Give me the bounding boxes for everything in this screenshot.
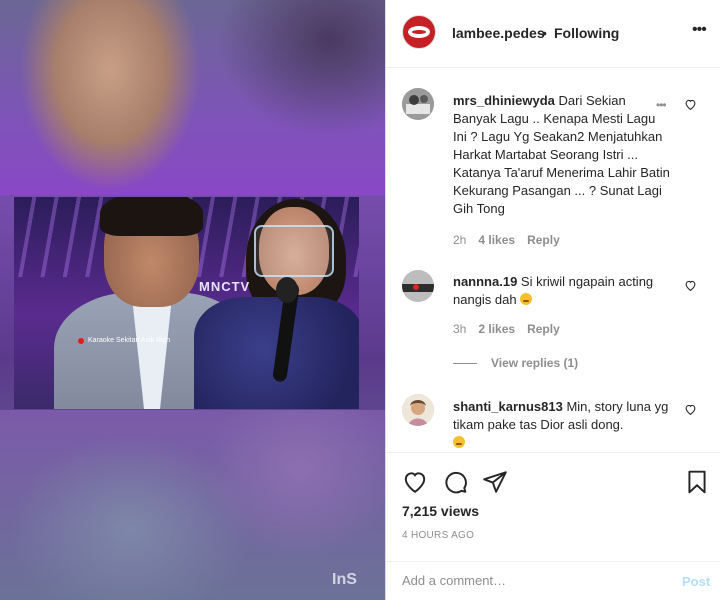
blurred-background-bottom xyxy=(0,410,385,600)
like-comment-heart-icon[interactable] xyxy=(684,98,697,111)
post-media[interactable]: MNCTV Karaoke Sekitan Asik Rich InS xyxy=(0,0,385,600)
save-bookmark-icon[interactable] xyxy=(684,469,710,495)
like-comment-heart-icon[interactable] xyxy=(684,403,697,416)
lips-logo-inner xyxy=(412,30,426,34)
avatar[interactable] xyxy=(402,88,434,120)
add-comment-input[interactable] xyxy=(402,573,662,588)
share-paper-plane-icon[interactable] xyxy=(482,469,508,495)
comment-username[interactable]: shanti_karnus813 xyxy=(453,399,563,414)
comment-body: nannna.19 Si kriwil ngapain acting nangi… xyxy=(453,273,671,309)
post-side-panel: lambee.pedes • Following ••• mrs_dhiniew… xyxy=(385,0,720,600)
more-options-icon[interactable]: ••• xyxy=(692,21,707,39)
comment-body: shanti_karnus813 Min, story luna yg tika… xyxy=(453,398,671,452)
post-header: lambee.pedes • Following ••• xyxy=(386,0,720,68)
following-button[interactable]: Following xyxy=(554,25,619,41)
post-actions-bar: 7,215 views 4 HOURS AGO Post xyxy=(386,452,720,600)
comment-meta: 2h 4 likes Reply xyxy=(453,233,560,247)
reply-button[interactable]: Reply xyxy=(527,233,560,247)
comment-bubble-icon[interactable] xyxy=(442,469,468,495)
comment-likes[interactable]: 2 likes xyxy=(478,322,515,336)
view-count[interactable]: 7,215 views xyxy=(402,503,479,519)
man-hair xyxy=(100,197,203,236)
replies-line xyxy=(453,362,477,364)
video-frame[interactable]: MNCTV Karaoke Sekitan Asik Rich xyxy=(14,197,359,409)
post-timestamp[interactable]: 4 HOURS AGO xyxy=(402,530,474,541)
comment-likes[interactable]: 4 likes xyxy=(478,233,515,247)
avatar[interactable] xyxy=(402,394,434,426)
live-dot-icon xyxy=(78,337,84,344)
post-username[interactable]: lambee.pedes xyxy=(452,25,545,41)
view-replies-button[interactable]: View replies (1) xyxy=(453,356,578,370)
live-caption-text: Karaoke Sekitan Asik Rich xyxy=(88,337,171,344)
smile-emoji-icon xyxy=(453,436,465,448)
watermark: InS xyxy=(332,571,357,588)
like-heart-icon[interactable] xyxy=(402,469,428,495)
separator-dot: • xyxy=(542,25,547,41)
comment-time: 2h xyxy=(453,233,467,247)
avatar-photo-icon xyxy=(402,394,434,426)
reply-button[interactable]: Reply xyxy=(527,322,560,336)
live-caption-badge: Karaoke Sekitan Asik Rich xyxy=(78,337,170,344)
comment-body: mrs_dhiniewyda Dari Sekian Banyak Lagu .… xyxy=(453,92,671,218)
comment-meta: 3h 2 likes Reply xyxy=(453,322,560,336)
avatar[interactable] xyxy=(402,270,434,302)
channel-logo: MNCTV xyxy=(199,279,251,294)
microphone-head xyxy=(276,277,298,303)
comment-more-icon[interactable]: ••• xyxy=(656,98,667,112)
like-comment-heart-icon[interactable] xyxy=(684,279,697,292)
sweat-smile-emoji-icon xyxy=(520,293,533,305)
add-comment-bar: Post xyxy=(386,561,720,600)
comment-text: Dari Sekian Banyak Lagu .. Kenapa Mesti … xyxy=(453,93,670,216)
post-comment-button[interactable]: Post xyxy=(682,574,710,589)
comment-time: 3h xyxy=(453,322,467,336)
avatar-photo-icon xyxy=(402,270,434,302)
view-replies-label[interactable]: View replies (1) xyxy=(491,356,578,370)
face-shield xyxy=(254,225,334,277)
avatar-photo-icon xyxy=(402,88,434,120)
comment-username[interactable]: nannna.19 xyxy=(453,274,517,289)
blurred-background-top xyxy=(0,0,385,195)
avatar[interactable] xyxy=(402,15,436,49)
comment-username[interactable]: mrs_dhiniewyda xyxy=(453,93,555,108)
